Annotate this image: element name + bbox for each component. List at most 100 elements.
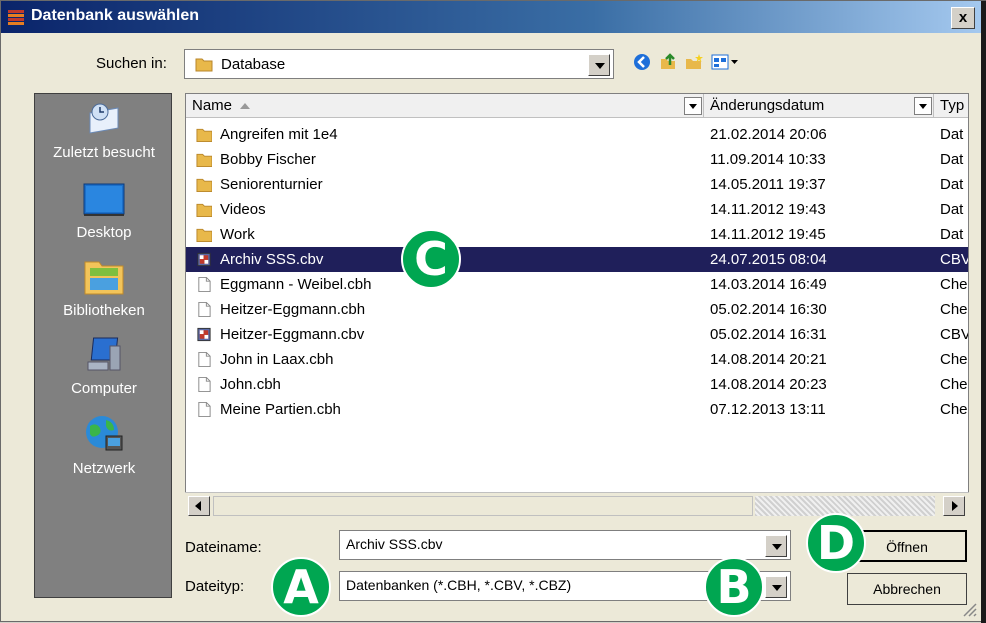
file-row[interactable]: Seniorenturnier 14.05.2011 19:37 Dat [186, 172, 968, 197]
place-label: Zuletzt besucht [53, 144, 155, 161]
places-sidebar: Zuletzt besucht Desktop Bibliotheken Com… [34, 93, 172, 598]
lookin-dropdown[interactable]: Database [184, 49, 614, 79]
file-date: 05.02.2014 16:30 [710, 301, 827, 318]
network-icon [86, 416, 123, 451]
lookin-label: Suchen in: [96, 55, 167, 72]
place-label: Netzwerk [72, 460, 136, 477]
database-app-icon [8, 10, 24, 25]
file-row[interactable]: Bobby Fischer 11.09.2014 10:33 Dat [186, 147, 968, 172]
column-header-type[interactable]: Typ [934, 94, 968, 118]
up-folder-icon[interactable] [659, 53, 677, 71]
file-date: 07.12.2013 13:11 [710, 401, 826, 418]
place-network[interactable]: Netzwerk [35, 412, 173, 477]
cbv-archive-icon [197, 252, 211, 267]
title-bar[interactable]: Datenbank auswählen x [1, 1, 986, 33]
file-row[interactable]: Work 14.11.2012 19:45 Dat [186, 222, 968, 247]
file-type: Dat [940, 126, 964, 143]
computer-icon [87, 337, 121, 371]
file-name: Heitzer-Eggmann.cbh [220, 301, 366, 318]
annotation-badge-d: D [806, 513, 866, 573]
file-type: Dat [940, 226, 964, 243]
place-libraries[interactable]: Bibliotheken [35, 254, 173, 319]
sort-ascending-icon [240, 103, 251, 110]
cancel-button[interactable]: Abbrechen [847, 573, 967, 605]
scroll-track[interactable] [755, 496, 935, 516]
filename-dropdown-button[interactable] [765, 535, 787, 557]
file-date: 14.08.2014 20:23 [710, 376, 827, 393]
file-row[interactable]: Videos 14.11.2012 19:43 Dat [186, 197, 968, 222]
file-row[interactable]: Eggmann - Weibel.cbh 14.03.2014 16:49 Che [186, 272, 968, 297]
file-row[interactable]: John in Laax.cbh 14.08.2014 20:21 Che [186, 347, 968, 372]
horizontal-scrollbar[interactable] [185, 492, 969, 518]
navigation-toolbar [633, 53, 739, 71]
annotation-badge-a: A [271, 557, 331, 617]
file-name: Angreifen mit 1e4 [220, 126, 338, 143]
scroll-left-button[interactable] [188, 496, 210, 516]
filetype-dropdown-button[interactable] [765, 576, 787, 598]
file-row[interactable]: Heitzer-Eggmann.cbh 05.02.2014 16:30 Che [186, 297, 968, 322]
file-date: 14.11.2012 19:43 [710, 201, 826, 218]
column-date-label: Änderungsdatum [710, 97, 825, 114]
column-header-date[interactable]: Änderungsdatum [704, 94, 934, 118]
file-date: 05.02.2014 16:31 [710, 326, 827, 343]
column-type-label: Typ [940, 97, 965, 114]
document-icon [198, 351, 211, 368]
resize-grip-icon[interactable] [959, 599, 977, 617]
file-name: John.cbh [220, 376, 281, 393]
column-name-filter-button[interactable] [684, 97, 702, 115]
file-date: 24.07.2015 08:04 [710, 251, 827, 268]
file-row[interactable]: John.cbh 14.08.2014 20:23 Che [186, 372, 968, 397]
file-type: CBV [940, 326, 969, 343]
file-row[interactable]: Archiv SSS.cbv 24.07.2015 08:04 CBV [186, 247, 969, 272]
file-date: 11.09.2014 10:33 [710, 151, 826, 168]
file-row[interactable]: Angreifen mit 1e4 21.02.2014 20:06 Dat [186, 122, 968, 147]
file-row[interactable]: Heitzer-Eggmann.cbv 05.02.2014 16:31 CBV [186, 322, 969, 347]
close-button[interactable]: x [951, 7, 975, 29]
document-icon [198, 376, 211, 393]
file-type: Che [940, 351, 968, 368]
column-date-filter-button[interactable] [914, 97, 932, 115]
new-folder-icon[interactable] [685, 53, 703, 71]
folder-icon [196, 203, 212, 218]
place-recent[interactable]: Zuletzt besucht [35, 100, 173, 161]
file-type: Dat [940, 151, 964, 168]
scroll-thumb[interactable] [213, 496, 753, 516]
place-label: Desktop [76, 224, 132, 241]
libraries-icon [84, 261, 124, 295]
back-icon[interactable] [633, 53, 651, 71]
column-name-label: Name [192, 97, 233, 114]
file-type: CBV [940, 251, 969, 268]
document-icon [198, 401, 211, 418]
scroll-right-button[interactable] [943, 496, 965, 516]
file-type: Che [940, 376, 968, 393]
file-name: Videos [220, 201, 266, 218]
file-row[interactable]: Meine Partien.cbh 07.12.2013 13:11 Che [186, 397, 968, 422]
place-label: Bibliotheken [63, 302, 145, 319]
file-name: John in Laax.cbh [220, 351, 334, 368]
window-edge [981, 1, 986, 623]
filename-combo[interactable]: Archiv SSS.cbv [339, 530, 791, 560]
lookin-dropdown-button[interactable] [588, 54, 610, 76]
folder-icon [196, 178, 212, 193]
file-name: Seniorenturnier [220, 176, 323, 193]
folder-icon [196, 228, 212, 243]
lookin-row: Suchen in: Database [1, 43, 981, 83]
place-computer[interactable]: Computer [35, 334, 173, 397]
annotation-badge-b: B [704, 557, 764, 617]
file-type: Dat [940, 201, 964, 218]
file-name: Meine Partien.cbh [220, 401, 341, 418]
filetype-label: Dateityp: [185, 578, 245, 595]
window-title: Datenbank auswählen [31, 7, 200, 24]
place-desktop[interactable]: Desktop [35, 180, 173, 241]
view-menu-icon[interactable] [711, 53, 739, 71]
filename-label: Dateiname: [185, 539, 262, 556]
file-list[interactable]: Name Änderungsdatum Typ Angreifen mit 1e… [185, 93, 969, 518]
folder-icon [196, 128, 212, 143]
file-name: Heitzer-Eggmann.cbv [220, 326, 365, 343]
column-header-name[interactable]: Name [186, 94, 704, 118]
place-label: Computer [71, 380, 137, 397]
cbv-archive-icon [197, 327, 211, 342]
file-type: Dat [940, 176, 964, 193]
file-list-header: Name Änderungsdatum Typ [186, 94, 968, 118]
file-date: 14.05.2011 19:37 [710, 176, 826, 193]
